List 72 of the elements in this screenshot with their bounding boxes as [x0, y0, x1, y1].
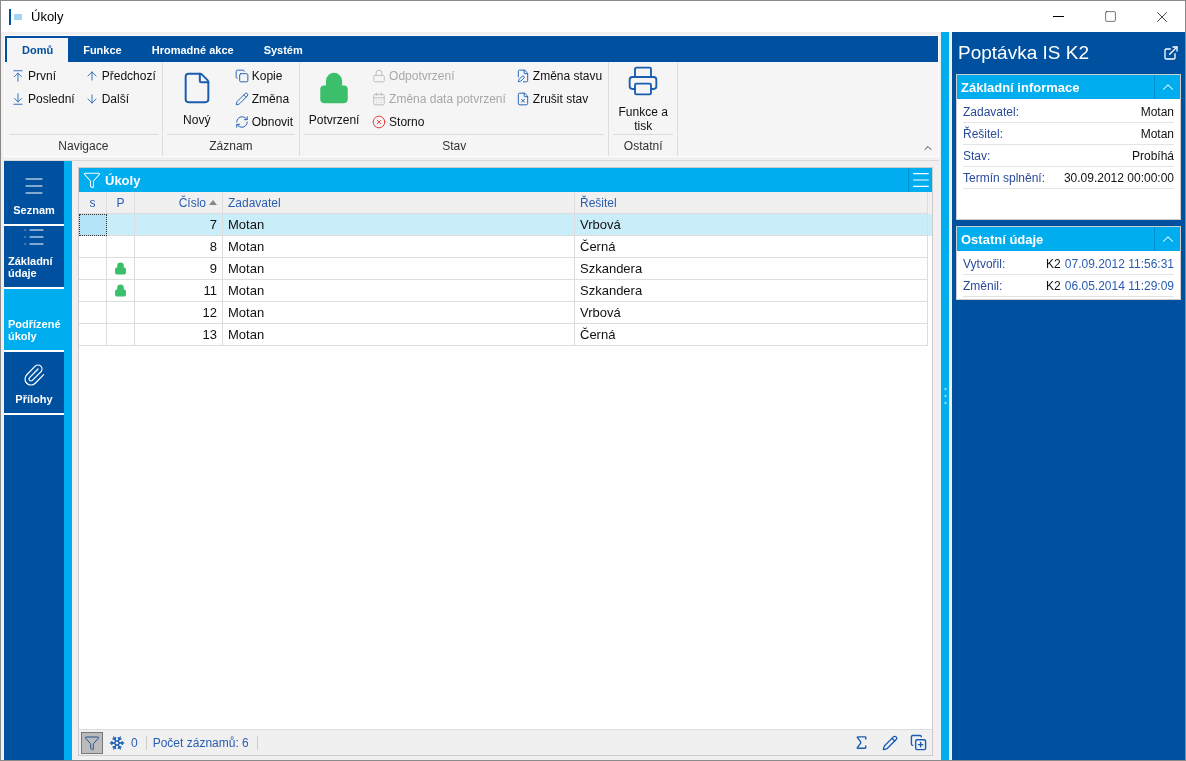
ribbon-button[interactable]: První — [9, 65, 77, 87]
field-value: Motan — [1140, 104, 1174, 119]
table-row[interactable]: 7 Motan Vrbová — [79, 214, 932, 236]
field-value: Motan — [1140, 126, 1174, 141]
ribbon-button[interactable]: Poslední — [9, 88, 77, 110]
detail-title: Poptávka IS K2 — [958, 42, 1089, 64]
maximize-icon — [1103, 10, 1117, 23]
sidebar-item[interactable]: Přílohy — [4, 352, 64, 413]
ribbon-group-label: Záznam — [166, 134, 296, 156]
arrow-down-to-line-icon — [11, 92, 25, 106]
field-date: 07.09.2012 11:56:31 — [1064, 256, 1174, 271]
section-title: Základní informace — [961, 79, 1081, 95]
splitter-handle[interactable] — [941, 32, 949, 760]
pencil-icon — [882, 734, 898, 751]
ribbon-button[interactable]: Obnovit — [232, 111, 296, 133]
file-edit-icon — [515, 69, 530, 83]
field-label: Řešitel: — [963, 126, 1003, 141]
field-label: Vytvořil: — [963, 256, 1006, 271]
ribbon-button[interactable]: Předchozí — [82, 65, 158, 87]
field-label: Stav: — [963, 148, 991, 163]
calendar-icon — [372, 92, 387, 106]
ribbon-button[interactable]: Zrušit stav — [513, 88, 605, 110]
x-circle-icon — [372, 115, 387, 129]
copy-plus-icon — [910, 734, 927, 751]
filter-icon — [84, 734, 100, 751]
section-title: Ostatní údaje — [961, 231, 1045, 247]
record-count: Počet záznamů: 6 — [152, 735, 258, 750]
filter-button[interactable] — [81, 731, 103, 754]
table-cell: Motan — [223, 324, 575, 346]
field-value: 30.09.2012 00:00:00 — [1063, 170, 1174, 185]
ribbon-large-button[interactable]: Funkce a tisk — [613, 65, 674, 133]
app-logo-icon — [9, 8, 25, 25]
field-date: 06.05.2014 11:29:09 — [1064, 278, 1174, 293]
ribbon-group-label: Ostatní — [613, 134, 674, 156]
arrow-up-to-line-icon — [11, 69, 25, 83]
sidebar-item[interactable]: Základní údaje — [4, 226, 64, 287]
field-label: Termín splnění: — [963, 170, 1046, 185]
pencil-icon — [234, 92, 249, 106]
ribbon-button[interactable]: Kopie — [232, 65, 296, 87]
ribbon-tab[interactable]: Funkce — [68, 38, 137, 62]
field-value: Probíhá — [1131, 148, 1174, 163]
window-title: Úkoly — [31, 9, 65, 24]
ribbon-tab[interactable]: Domů — [7, 38, 69, 62]
table-cell: Černá — [575, 324, 928, 346]
field-user: K2 — [1046, 256, 1061, 271]
open-external-icon[interactable] — [1163, 45, 1179, 61]
snowflake-icon[interactable] — [109, 734, 125, 751]
ribbon-button[interactable]: Další — [82, 88, 158, 110]
lock-icon — [372, 69, 387, 83]
field-user: K2 — [1046, 278, 1061, 293]
ribbon-large-button[interactable]: Potvrzení — [304, 65, 365, 133]
ribbon-button[interactable]: Změna stavu — [513, 65, 605, 87]
paperclip-icon — [22, 363, 46, 387]
table-cell: 13 — [135, 324, 223, 346]
copy-icon — [234, 69, 249, 83]
file-x-icon — [515, 92, 530, 106]
grid-title: Úkoly — [105, 172, 142, 188]
ribbon-group-label: Stav — [304, 134, 605, 156]
filter-icon[interactable] — [83, 171, 101, 189]
minimize-icon — [1052, 16, 1064, 17]
refresh-icon — [234, 115, 249, 129]
frozen-count: 0 — [131, 735, 147, 750]
field-label: Změnil: — [963, 278, 1003, 293]
ribbon-button[interactable]: Storno — [370, 111, 508, 133]
ribbon-button[interactable]: Změna — [232, 88, 296, 110]
focus-cell — [79, 214, 107, 236]
ribbon-tab[interactable]: Hromadné akce — [136, 38, 249, 62]
ribbon-group-label: Navigace — [9, 134, 158, 156]
field-label: Zadavatel: — [963, 104, 1020, 119]
ribbon-large-button[interactable]: Nový — [166, 65, 227, 133]
sort-ascending-icon — [209, 200, 217, 205]
ribbon-tab[interactable]: Systém — [248, 38, 318, 62]
